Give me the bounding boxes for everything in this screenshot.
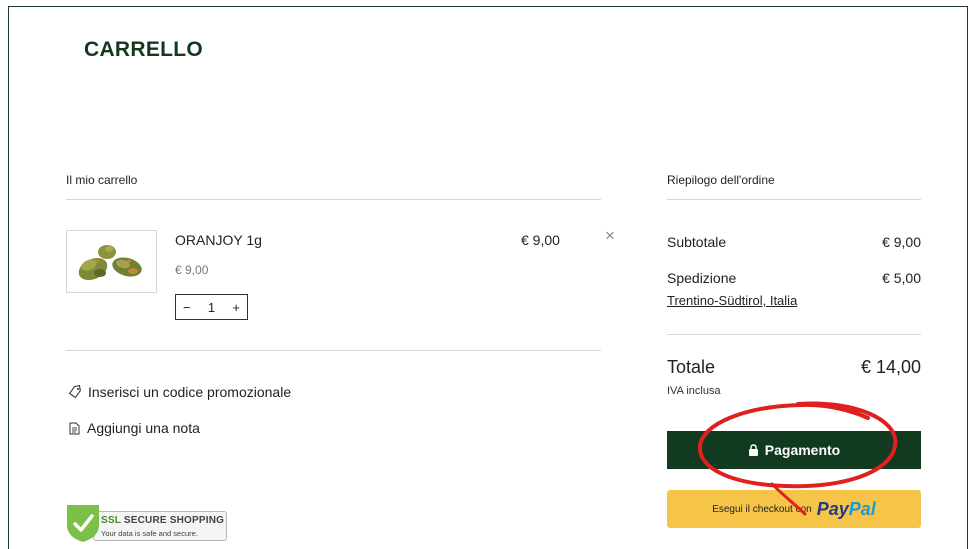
shield-check-icon: [67, 505, 99, 542]
cart-divider-bottom: [66, 350, 601, 351]
ssl-badge-subtitle: Your data is safe and secure.: [101, 529, 198, 538]
ssl-badge-title-b: SECURE SHOPPING: [123, 515, 225, 526]
cart-section-label: Il mio carrello: [66, 173, 138, 187]
product-thumbnail[interactable]: [66, 230, 157, 293]
quantity-stepper: − 1 +: [175, 294, 248, 320]
tag-icon: [68, 385, 81, 399]
ssl-badge-title-a: SSL: [101, 515, 121, 526]
cart-divider-top: [66, 199, 601, 200]
promo-code-link[interactable]: Inserisci un codice promozionale: [68, 384, 291, 400]
product-image: [78, 245, 142, 281]
subtotal-row: Subtotale € 9,00: [667, 234, 921, 250]
lock-icon: [748, 444, 758, 456]
quantity-decrease-button[interactable]: −: [183, 300, 191, 315]
ssl-badge-title: SSL SECURE SHOPPING: [101, 515, 224, 526]
paypal-logo: PayPal: [817, 499, 876, 520]
summary-divider-top: [667, 199, 921, 200]
line-total: € 9,00: [521, 232, 560, 248]
paypal-checkout-button[interactable]: Esegui il checkout con PayPal: [667, 490, 921, 528]
ssl-badge: SSL SECURE SHOPPING Your data is safe an…: [65, 503, 227, 543]
subtotal-value: € 9,00: [882, 234, 921, 250]
paypal-checkout-prefix: Esegui il checkout con: [712, 503, 812, 515]
add-note-link[interactable]: Aggiungi una nota: [68, 420, 200, 436]
summary-divider-middle: [667, 334, 921, 335]
total-label: Totale: [667, 357, 716, 377]
page-title: CARRELLO: [84, 38, 204, 61]
shipping-row: Spedizione € 5,00: [667, 270, 921, 286]
shipping-label: Spedizione: [667, 270, 737, 286]
quantity-increase-button[interactable]: +: [232, 300, 240, 315]
add-note-label: Aggiungi una nota: [87, 420, 200, 436]
total-value: € 14,00: [860, 357, 921, 377]
shipping-value: € 5,00: [882, 270, 921, 286]
total-row: Totale € 14,00: [667, 357, 921, 378]
checkout-button-label: Pagamento: [764, 442, 841, 458]
paypal-logo-pal: Pal: [848, 498, 876, 519]
note-icon: [69, 422, 80, 434]
paypal-logo-pay: Pay: [816, 498, 849, 519]
promo-code-label: Inserisci un codice promozionale: [88, 384, 292, 400]
quantity-value[interactable]: 1: [208, 300, 215, 315]
product-name[interactable]: ORANJOY 1g: [175, 232, 262, 248]
close-icon[interactable]: ×: [605, 226, 615, 246]
product-unit-price: € 9,00: [175, 263, 209, 277]
checkout-button[interactable]: Pagamento: [667, 431, 921, 469]
subtotal-label: Subtotale: [667, 234, 727, 250]
vat-note: IVA inclusa: [667, 385, 721, 397]
summary-section-label: Riepilogo dell'ordine: [667, 173, 775, 187]
shipping-region-link[interactable]: Trentino-Südtirol, Italia: [667, 293, 797, 308]
